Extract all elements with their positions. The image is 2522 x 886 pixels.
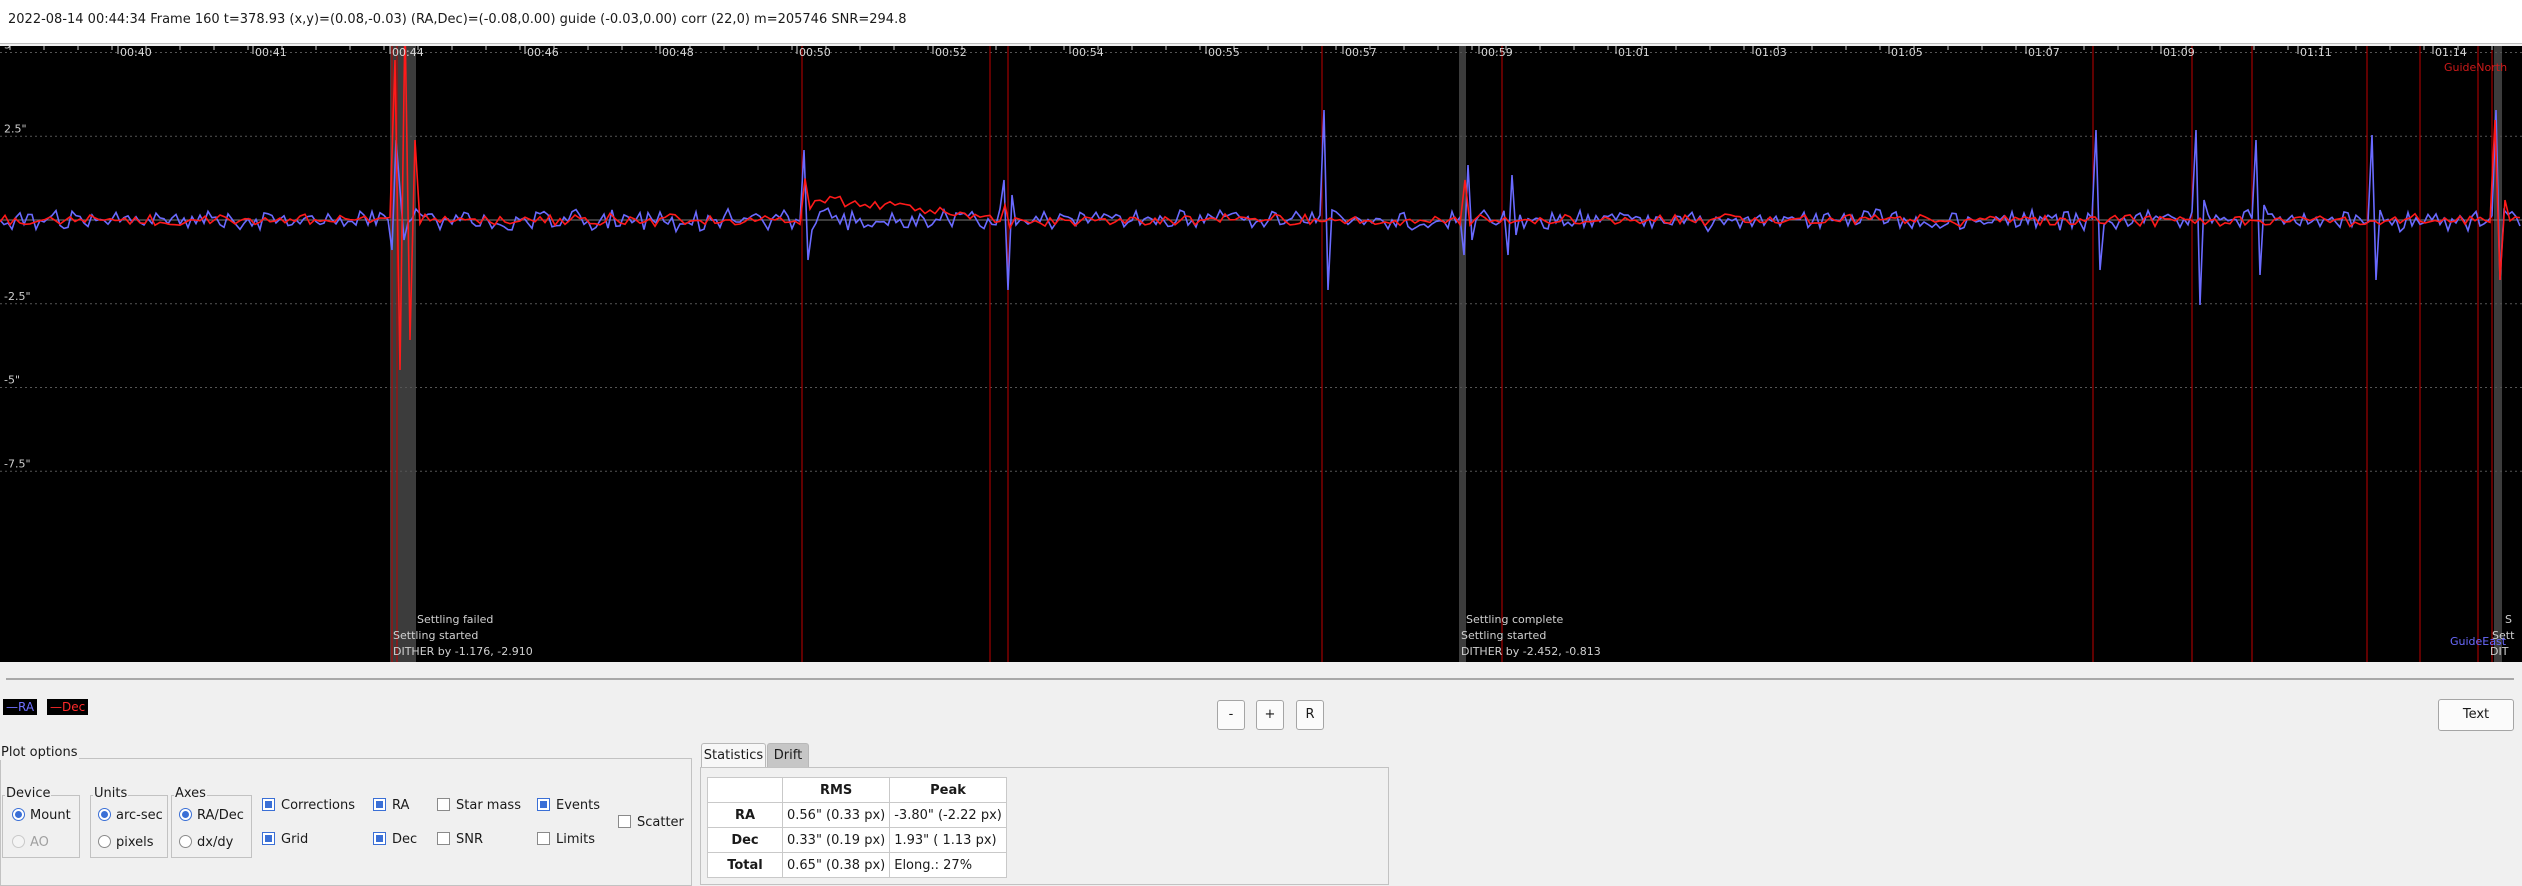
time-axis-label: 01:09 — [2163, 46, 2195, 59]
axes-radec-radio[interactable]: RA/Dec — [179, 808, 244, 824]
guide-east-label: GuideEast — [2450, 635, 2507, 648]
events-checkbox[interactable]: Events — [537, 798, 600, 814]
guide-north-label: GuideNorth — [2444, 61, 2507, 74]
rms-value: 0.33" (0.19 px) — [781, 827, 891, 853]
units-group-title: Units — [93, 786, 129, 801]
annotation-settling-complete: Settling complete — [1466, 613, 1564, 626]
ra-checkbox[interactable]: RA — [373, 798, 409, 814]
reset-zoom-button[interactable]: R — [1296, 700, 1324, 730]
checkbox-indicator — [437, 798, 450, 811]
annotation-edge-1: S — [2505, 613, 2512, 626]
checkbox-indicator — [537, 798, 550, 811]
time-axis-label: 00:55 — [1208, 46, 1240, 59]
time-axis-label: 00:57 — [1345, 46, 1377, 59]
snr-checkbox[interactable]: SNR — [437, 832, 483, 848]
row-label: Total — [707, 852, 783, 878]
checkbox-indicator — [618, 815, 631, 828]
y-axis-label: -5" — [4, 374, 20, 387]
settling-band — [1459, 46, 1466, 662]
row-label: RA — [707, 802, 783, 828]
time-axis-label: 01:14 — [2435, 46, 2467, 59]
zoom-out-button[interactable]: - — [1217, 700, 1245, 730]
peak-value: -3.80" (-2.22 px) — [889, 802, 1007, 828]
annotation-settling-failed: Settling failed — [417, 613, 493, 626]
y-axis-label: -2.5" — [4, 290, 31, 303]
scatter-checkbox[interactable]: Scatter — [618, 815, 684, 831]
stats-header-peak: Peak — [889, 777, 1007, 803]
time-axis-label: 01:03 — [1755, 46, 1787, 59]
time-axis-label: 01:07 — [2028, 46, 2060, 59]
legend-ra: —RA — [3, 699, 38, 715]
table-row: RA 0.56" (0.33 px) -3.80" (-2.22 px) — [707, 802, 1007, 828]
radio-indicator — [179, 835, 192, 848]
annotation-dither-1: DITHER by -1.176, -2.910 — [393, 645, 533, 658]
stats-header-rms: RMS — [781, 777, 891, 803]
table-row: Total 0.65" (0.38 px) Elong.: 27% — [707, 852, 1007, 878]
splitter[interactable] — [6, 678, 2514, 680]
tab-drift[interactable]: Drift — [767, 743, 809, 767]
star-mass-checkbox[interactable]: Star mass — [437, 798, 521, 814]
checkbox-indicator — [262, 832, 275, 845]
peak-value: Elong.: 27% — [889, 852, 1007, 878]
status-text: 2022-08-14 00:44:34 Frame 160 t=378.93 (… — [8, 12, 907, 27]
dec-trace — [0, 46, 2521, 371]
checkbox-indicator — [373, 832, 386, 845]
row-label: Dec — [707, 827, 783, 853]
checkbox-indicator — [262, 798, 275, 811]
corrections-checkbox[interactable]: Corrections — [262, 798, 355, 814]
tab-statistics[interactable]: Statistics — [701, 743, 766, 767]
guide-graph[interactable]: 7.5"5"2.5"-2.5"-5"-7.5" 00:4000:4100:440… — [0, 46, 2522, 662]
limits-checkbox[interactable]: Limits — [537, 832, 595, 848]
axes-dxdy-radio[interactable]: dx/dy — [179, 835, 233, 851]
time-axis-label: 01:05 — [1891, 46, 1923, 59]
radio-indicator — [12, 808, 25, 821]
time-axis-label: 00:59 — [1481, 46, 1513, 59]
time-axis-label: 00:54 — [1072, 46, 1104, 59]
guide-graph-canvas[interactable]: 7.5"5"2.5"-2.5"-5"-7.5" 00:4000:4100:440… — [0, 46, 2522, 662]
grid-checkbox[interactable]: Grid — [262, 832, 308, 848]
time-axis-label: 00:41 — [255, 46, 287, 59]
annotation-settling-started-1: Settling started — [393, 629, 478, 642]
time-axis-label: 00:52 — [935, 46, 967, 59]
time-axis-label: 01:01 — [1618, 46, 1650, 59]
radio-indicator — [179, 808, 192, 821]
stats-header-blank — [707, 777, 783, 803]
rms-value: 0.65" (0.38 px) — [781, 852, 891, 878]
time-axis-label: 00:46 — [527, 46, 559, 59]
time-axis-label: 00:50 — [799, 46, 831, 59]
checkbox-indicator — [537, 832, 550, 845]
units-arcsec-radio[interactable]: arc-sec — [98, 808, 163, 824]
checkbox-indicator — [373, 798, 386, 811]
y-axis-label: -7.5" — [4, 457, 31, 470]
units-pixels-radio[interactable]: pixels — [98, 835, 154, 851]
time-axis-label: 00:40 — [120, 46, 152, 59]
device-ao-radio[interactable]: AO — [12, 835, 49, 851]
checkbox-indicator — [437, 832, 450, 845]
rms-value: 0.56" (0.33 px) — [781, 802, 891, 828]
legend-dec: —Dec — [47, 699, 89, 715]
ra-trace — [0, 109, 2521, 306]
annotation-dither-2: DITHER by -2.452, -0.813 — [1461, 645, 1601, 658]
y-axis-label: 2.5" — [4, 122, 27, 135]
axes-group-title: Axes — [174, 786, 207, 801]
radio-indicator — [12, 835, 25, 848]
stats-header-row: RMS Peak — [707, 777, 1007, 803]
radio-indicator — [98, 835, 111, 848]
y-axis-label: 5" — [4, 46, 16, 52]
table-row: Dec 0.33" (0.19 px) 1.93" ( 1.13 px) — [707, 827, 1007, 853]
time-axis-label: 01:11 — [2300, 46, 2332, 59]
zoom-in-button[interactable]: + — [1256, 700, 1284, 730]
time-axis-label: 00:48 — [662, 46, 694, 59]
dec-checkbox[interactable]: Dec — [373, 832, 417, 848]
device-mount-radio[interactable]: Mount — [12, 808, 71, 824]
time-axis-label: 00:44 — [392, 46, 424, 59]
text-button[interactable]: Text — [2438, 699, 2514, 731]
plot-options-title: Plot options — [0, 745, 79, 760]
peak-value: 1.93" ( 1.13 px) — [889, 827, 1007, 853]
status-bar: 2022-08-14 00:44:34 Frame 160 t=378.93 (… — [0, 0, 2522, 44]
device-group-title: Device — [5, 786, 52, 801]
radio-indicator — [98, 808, 111, 821]
stats-table: RMS Peak RA 0.56" (0.33 px) -3.80" (-2.2… — [707, 777, 1007, 878]
annotation-settling-started-2: Settling started — [1461, 629, 1546, 642]
